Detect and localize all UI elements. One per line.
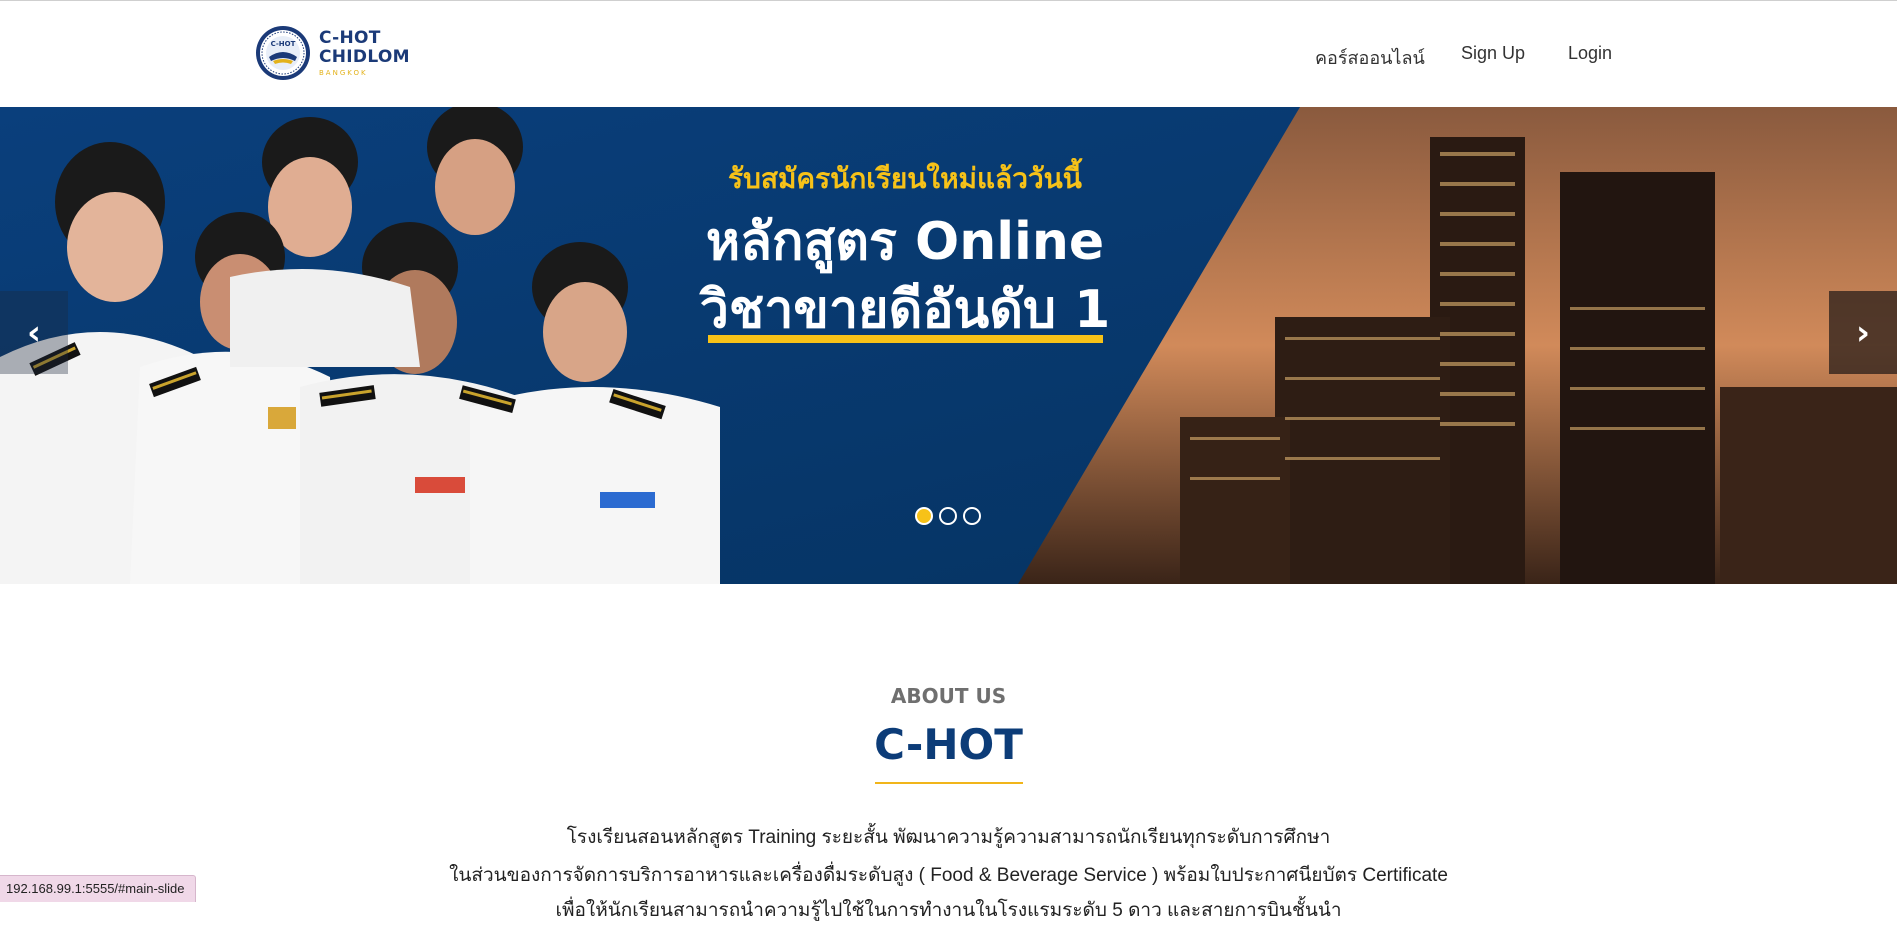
chevron-left-icon: ‹ (26, 312, 41, 353)
hero-carousel: รับสมัครนักเรียนใหม่แล้ววันนี้ หลักสูตร … (0, 107, 1897, 584)
about-divider (875, 782, 1023, 784)
site-logo[interactable]: C-HOT C-HOT CHIDLOM BANGKOK (255, 23, 410, 83)
chevron-right-icon: › (1855, 312, 1870, 353)
hero-underline (708, 335, 1103, 343)
about-paragraph-3: เพื่อให้นักเรียนสามารถนำความรู้ไปใช้ในกา… (555, 900, 1342, 921)
logo-emblem-text: C-HOT (271, 40, 296, 48)
nav-sign-up[interactable]: Sign Up (1461, 43, 1525, 64)
carousel-dot-1[interactable] (915, 507, 933, 525)
nav-online-courses[interactable]: คอร์สออนไลน์ (1315, 43, 1425, 72)
navbar: C-HOT C-HOT CHIDLOM BANGKOK คอร์สออนไลน์… (0, 1, 1897, 107)
logo-line2: CHIDLOM (319, 46, 410, 67)
logo-emblem-icon: C-HOT (256, 26, 310, 80)
browser-status-url: 192.168.99.1:5555/#main-slide (0, 875, 196, 902)
carousel-prev-button[interactable]: ‹ (0, 291, 68, 374)
carousel-dot-3[interactable] (963, 507, 981, 525)
logo-line1: C-HOT (319, 27, 381, 48)
hero-tagline: รับสมัครนักเรียนใหม่แล้ววันนี้ (728, 162, 1082, 195)
about-label: ABOUT US (890, 684, 1007, 708)
carousel-indicators (915, 507, 981, 525)
nav-login[interactable]: Login (1568, 43, 1612, 64)
carousel-next-button[interactable]: › (1829, 291, 1897, 374)
carousel-dot-2[interactable] (939, 507, 957, 525)
logo-line3: BANGKOK (319, 68, 368, 77)
about-title: C-HOT (874, 720, 1023, 769)
about-paragraph-1: โรงเรียนสอนหลักสูตร Training ระยะสั้น พั… (566, 827, 1331, 848)
about-paragraph-2: ในส่วนของการจัดการบริการอาหารและเครื่องด… (449, 865, 1448, 886)
